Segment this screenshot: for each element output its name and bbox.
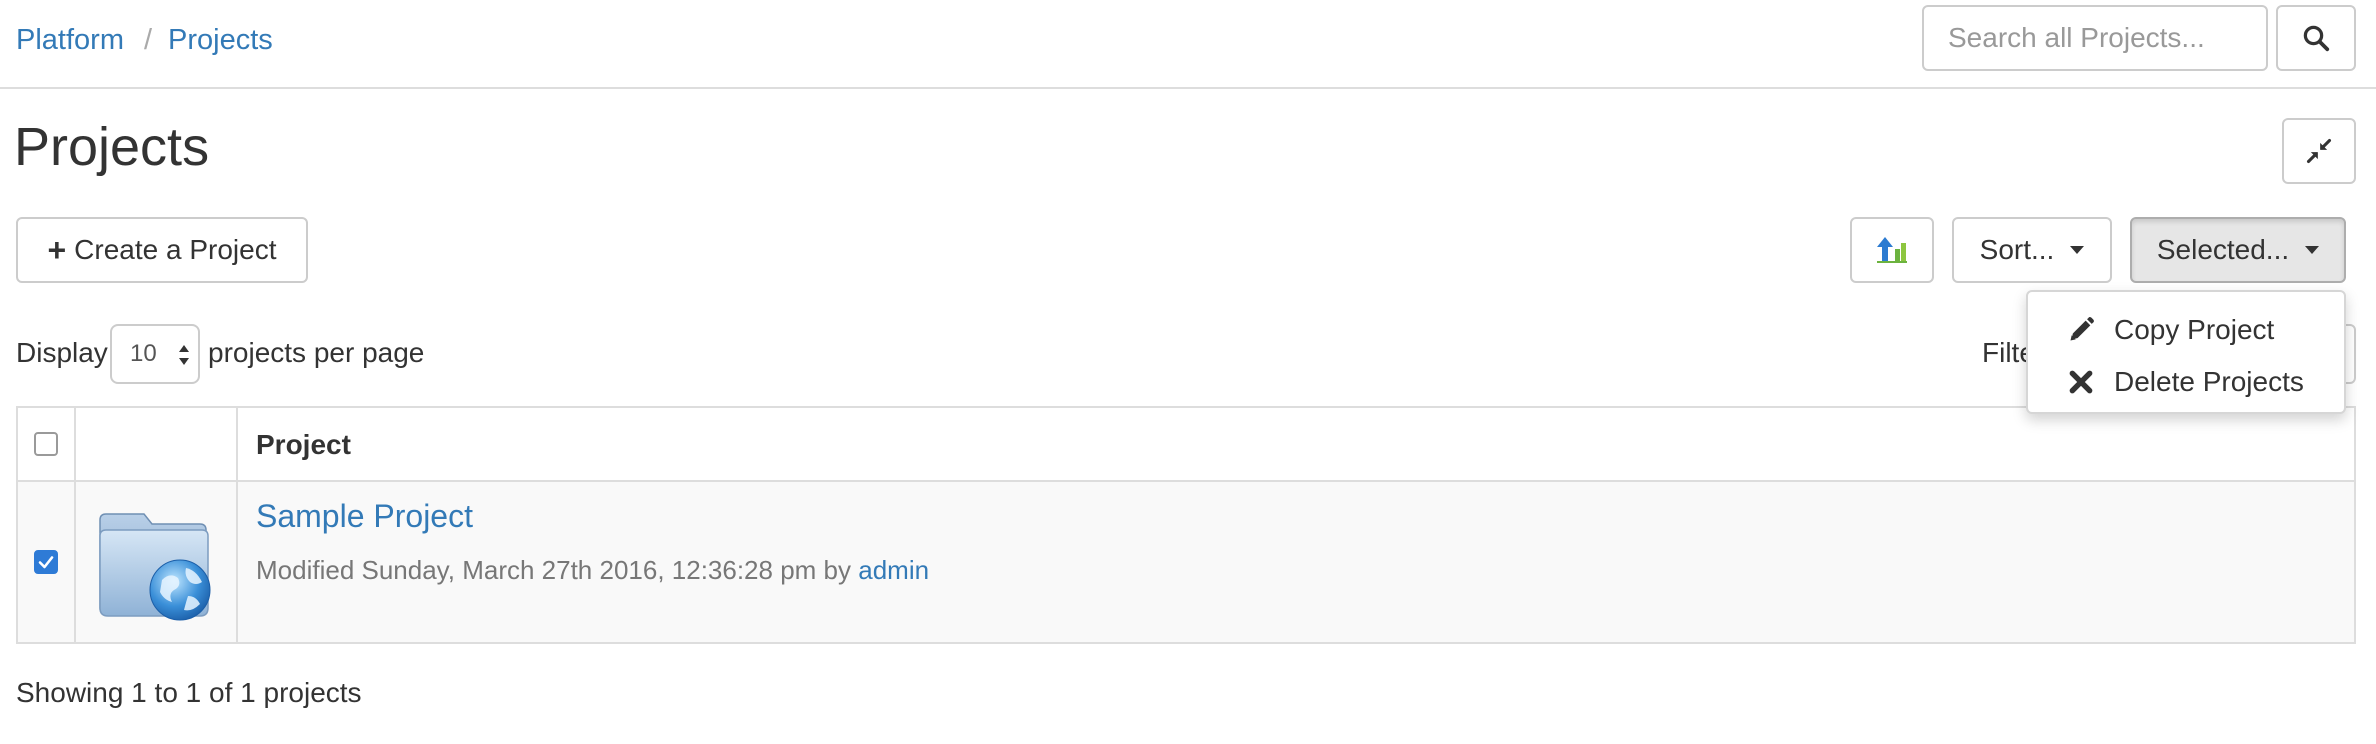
network-folder-icon	[99, 513, 211, 621]
breadcrumb-platform-link[interactable]: Platform	[16, 24, 124, 56]
select-arrows-icon	[179, 345, 189, 365]
create-project-button[interactable]: + Create a Project	[16, 217, 308, 283]
table-header: Project	[18, 408, 2354, 482]
page-title: Projects	[14, 117, 210, 177]
copy-project-label: Copy Project	[2114, 314, 2275, 345]
selected-label: Selected...	[2156, 234, 2290, 265]
column-header-project: Project	[256, 429, 351, 460]
collapse-button[interactable]	[2282, 118, 2356, 184]
import-button[interactable]	[1850, 217, 1934, 283]
per-page-value: 10	[130, 340, 157, 367]
search-icon	[2303, 25, 2330, 52]
per-page-select[interactable]: 10	[110, 324, 200, 384]
column-divider	[74, 408, 76, 480]
sort-label: Sort...	[1979, 234, 2055, 265]
modified-text: Modified Sunday, March 27th 2016, 12:36:…	[256, 555, 852, 585]
table-row: Sample Project Modified Sunday, March 27…	[18, 482, 2354, 642]
compress-icon	[2306, 138, 2332, 164]
plus-icon: +	[47, 231, 67, 268]
search-input[interactable]	[1922, 5, 2268, 71]
pencil-icon	[2066, 315, 2096, 345]
column-divider	[236, 482, 238, 642]
per-page-suffix: projects per page	[208, 337, 425, 368]
create-project-label: Create a Project	[74, 234, 277, 265]
search-button[interactable]	[2276, 5, 2356, 71]
author-link[interactable]: admin	[858, 555, 929, 585]
delete-projects-menu-item[interactable]: Delete Projects	[2028, 356, 2344, 408]
breadcrumb-projects-link[interactable]: Projects	[168, 24, 273, 56]
project-meta: Modified Sunday, March 27th 2016, 12:36:…	[256, 554, 929, 586]
column-divider	[236, 408, 238, 480]
selected-dropdown-menu: Copy Project Delete Projects	[2026, 290, 2346, 414]
column-divider	[74, 482, 76, 642]
breadcrumb: Platform / Projects	[16, 22, 273, 58]
copy-project-menu-item[interactable]: Copy Project	[2028, 304, 2344, 356]
caret-down-icon	[2070, 246, 2085, 254]
project-name-link[interactable]: Sample Project	[256, 496, 473, 536]
select-all-checkbox[interactable]	[34, 432, 58, 456]
caret-down-icon	[2305, 246, 2320, 254]
delete-projects-label: Delete Projects	[2114, 366, 2304, 397]
breadcrumb-separator: /	[143, 24, 153, 56]
projects-table: Project Sample Project Modified Sunday, …	[16, 406, 2356, 644]
top-bar: Platform / Projects	[0, 0, 2376, 89]
checkmark-icon	[38, 556, 54, 569]
pagination-summary: Showing 1 to 1 of 1 projects	[16, 677, 362, 708]
sort-dropdown-button[interactable]: Sort...	[1952, 217, 2112, 283]
upload-icon	[1877, 237, 1907, 263]
display-label: Display	[16, 337, 108, 368]
times-icon	[2066, 367, 2096, 397]
row-select-checkbox[interactable]	[34, 550, 58, 574]
selected-dropdown-button[interactable]: Selected...	[2130, 217, 2346, 283]
